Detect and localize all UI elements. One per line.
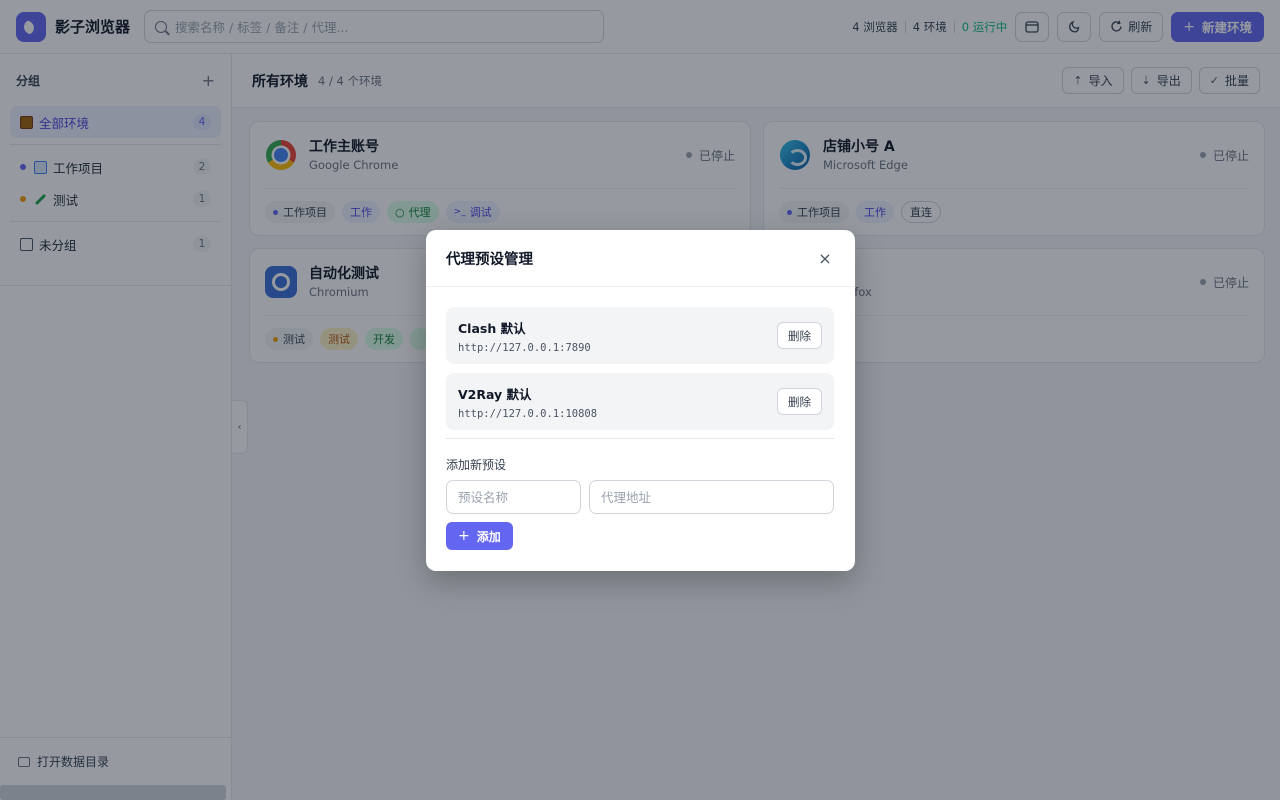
preset-url: http://127.0.0.1:7890 bbox=[458, 341, 591, 354]
close-icon[interactable]: × bbox=[815, 249, 835, 268]
plus-icon: + bbox=[458, 528, 470, 544]
preset-item: Clash 默认 http://127.0.0.1:7890 删除 bbox=[446, 307, 834, 364]
add-preset-button[interactable]: + 添加 bbox=[446, 522, 513, 550]
proxy-preset-dialog: 代理预设管理 × Clash 默认 http://127.0.0.1:7890 … bbox=[426, 230, 855, 571]
dialog-divider bbox=[446, 438, 834, 439]
preset-url: http://127.0.0.1:10808 bbox=[458, 407, 598, 420]
preset-name: V2Ray 默认 bbox=[458, 386, 532, 402]
proxy-url-input[interactable] bbox=[589, 480, 834, 514]
delete-preset-button[interactable]: 删除 bbox=[777, 322, 822, 349]
dialog-title: 代理预设管理 bbox=[446, 251, 533, 268]
preset-name: Clash 默认 bbox=[458, 320, 526, 336]
delete-preset-button[interactable]: 删除 bbox=[777, 388, 822, 415]
add-preset-label: 添加 bbox=[476, 529, 501, 544]
add-preset-label: 添加新预设 bbox=[446, 458, 507, 472]
preset-name-input[interactable] bbox=[446, 480, 581, 514]
preset-item: V2Ray 默认 http://127.0.0.1:10808 删除 bbox=[446, 373, 834, 430]
